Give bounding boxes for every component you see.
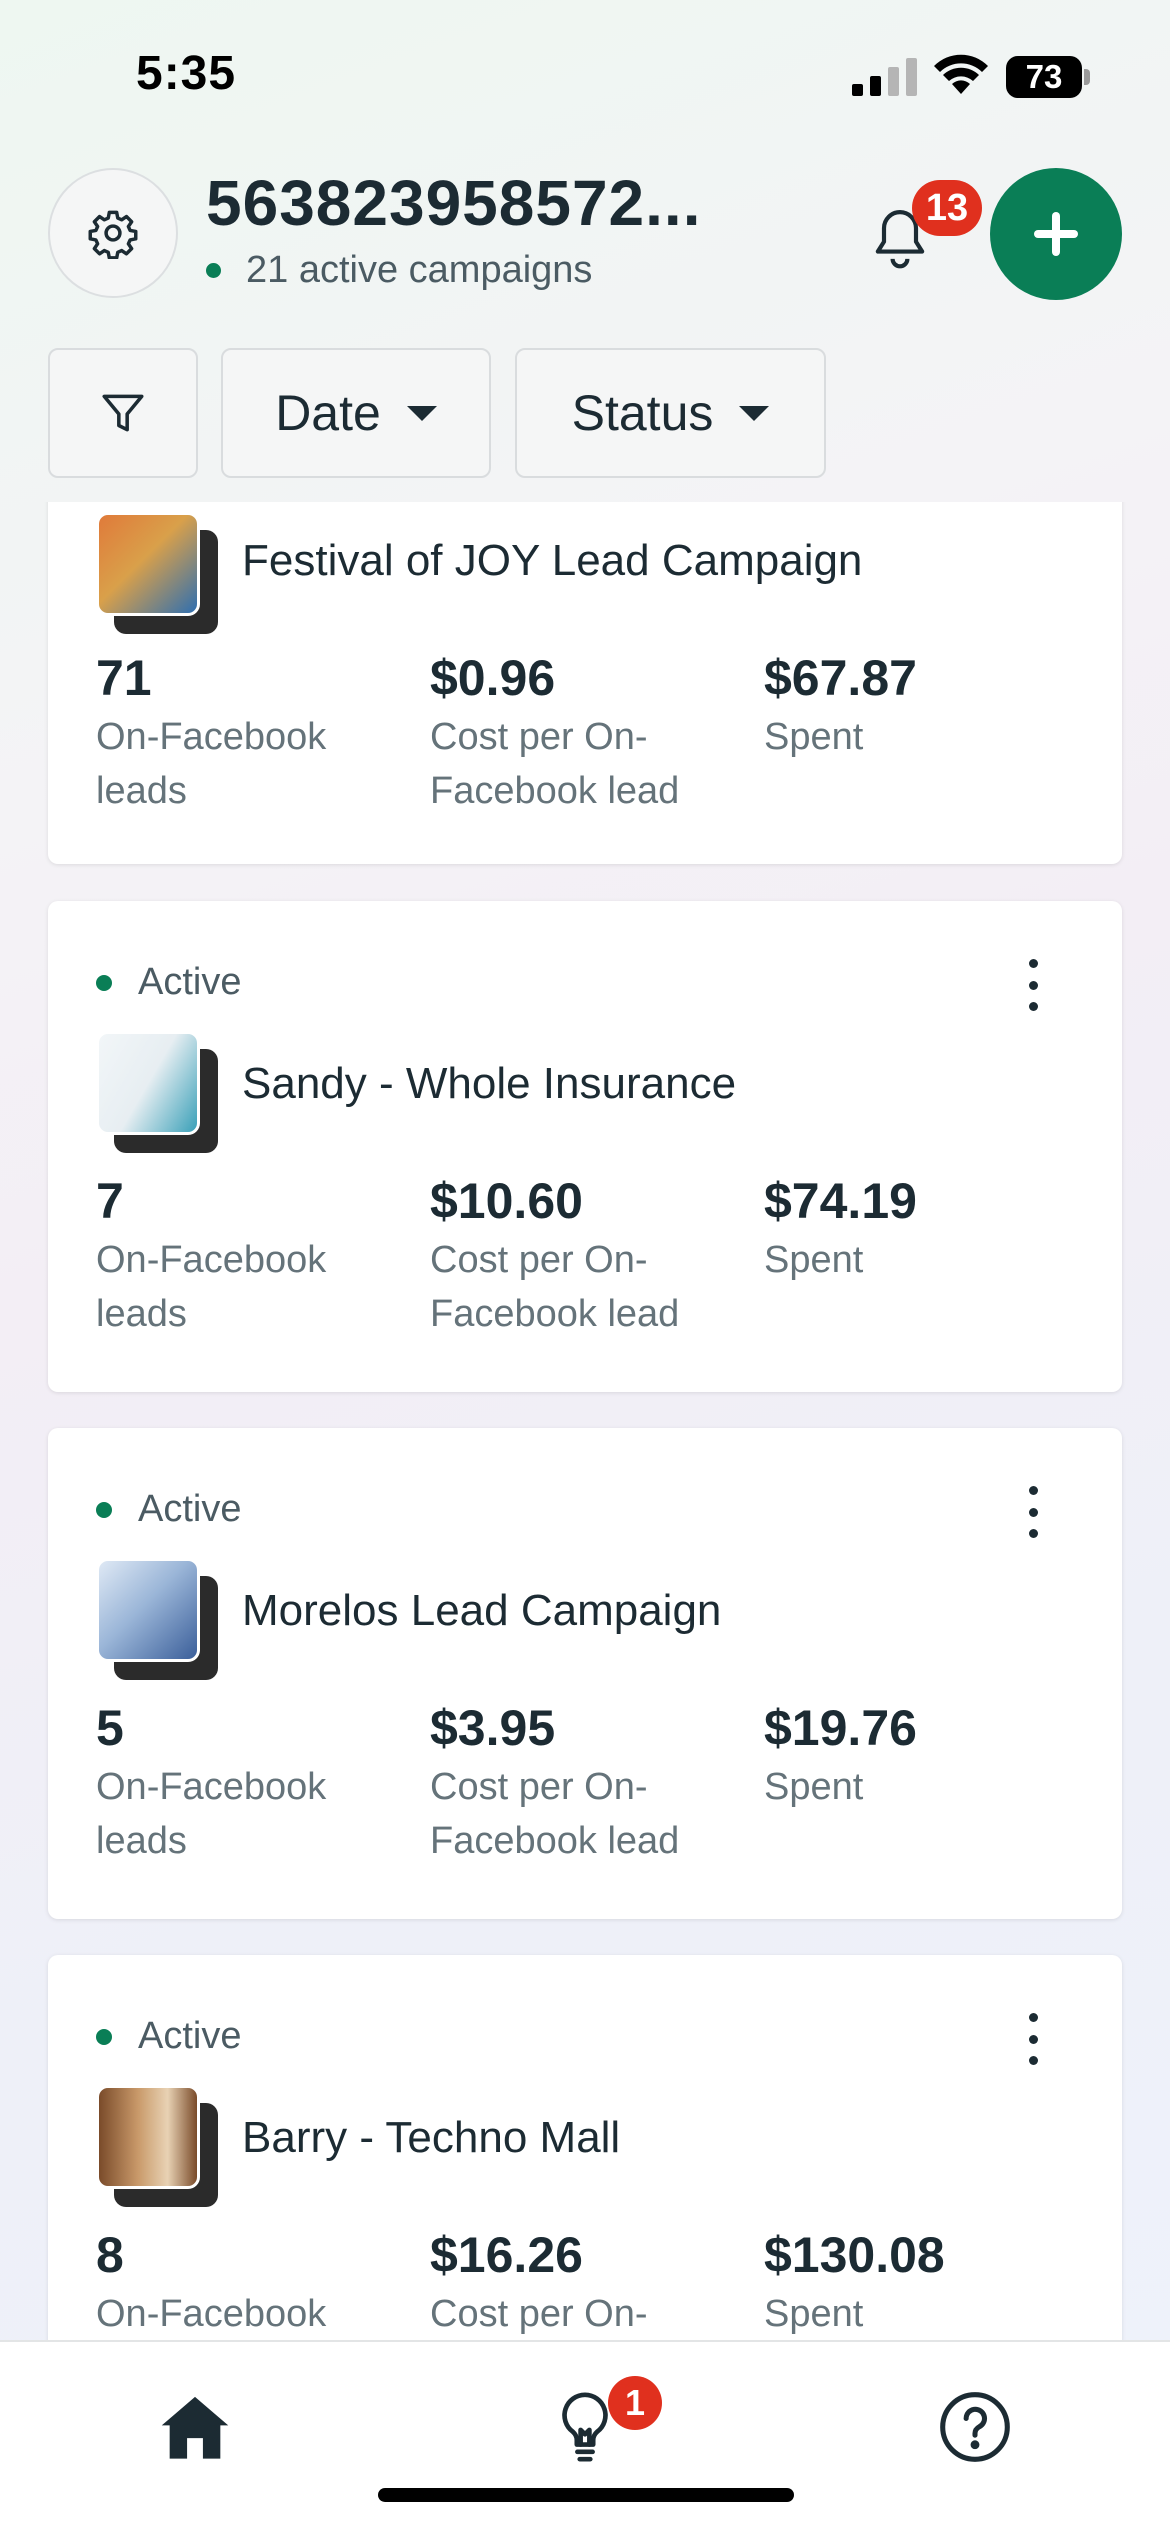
cost-value: $10.60 (430, 1173, 583, 1229)
date-filter-label: Date (275, 385, 381, 441)
campaign-name[interactable]: Morelos Lead Campaign (242, 1586, 721, 1636)
leads-metric: 5 On-Facebook leads (96, 1698, 416, 1868)
campaign-card[interactable]: Active Morelos Lead Campaign 5 On-Facebo… (48, 1428, 1122, 1919)
campaign-thumbnail[interactable] (96, 512, 218, 634)
filter-icon (102, 394, 144, 432)
more-options-icon (1028, 2013, 1038, 2022)
cost-value: $0.96 (430, 650, 556, 706)
leads-label: On-Facebook leads (96, 1239, 327, 1335)
status-text: Active (138, 2015, 242, 2057)
spent-value: $130.08 (764, 2227, 945, 2283)
campaign-list[interactable]: Festival of JOY Lead Campaign 71 On-Face… (0, 502, 1170, 2340)
leads-metric: 71 On-Facebook leads (96, 648, 416, 818)
ad-image (96, 2085, 200, 2189)
nav-help-button[interactable] (930, 2382, 1020, 2472)
status-bar: 5:35 73 (0, 0, 1170, 150)
campaign-name[interactable]: Festival of JOY Lead Campaign (242, 536, 862, 586)
cost-label: Cost per On-Facebook lead (430, 1766, 680, 1862)
wifi-icon (934, 54, 988, 94)
status-filter-label: Status (571, 385, 714, 441)
date-filter-dropdown[interactable]: Date (221, 348, 491, 478)
leads-value: 71 (96, 650, 152, 706)
spent-metric: $19.76 Spent (764, 1698, 1084, 1814)
campaign-thumbnail[interactable] (96, 1558, 218, 1680)
home-icon (161, 2396, 229, 2459)
leads-metric: 8 On-Facebook leads (96, 2225, 416, 2340)
campaign-name[interactable]: Barry - Techno Mall (242, 2113, 620, 2163)
campaign-status: Active (96, 2015, 241, 2058)
signal-icon (852, 58, 917, 96)
status-text: Active (138, 1488, 242, 1530)
spent-value: $19.76 (764, 1700, 917, 1756)
help-icon (940, 2392, 1010, 2462)
settings-button[interactable] (48, 168, 178, 298)
spent-metric: $67.87 Spent (764, 648, 1084, 764)
more-options-button[interactable] (1008, 1482, 1058, 1542)
bottom-navigation: 1 (0, 2340, 1170, 2532)
spent-label: Spent (764, 1239, 864, 1281)
battery-level: 73 (1025, 58, 1063, 95)
leads-label: On-Facebook leads (96, 2293, 327, 2335)
cost-label: Cost per On-Facebook lead (430, 1239, 680, 1335)
cost-metric: $3.95 Cost per On-Facebook lead (430, 1698, 750, 1868)
spent-value: $67.87 (764, 650, 917, 706)
spent-label: Spent (764, 716, 864, 758)
nav-home-button[interactable] (150, 2382, 240, 2472)
campaign-thumbnail[interactable] (96, 1031, 218, 1153)
cost-metric: $0.96 Cost per On-Facebook lead (430, 648, 750, 818)
battery-icon: 73 (1006, 56, 1090, 98)
status-dot (96, 1501, 112, 1518)
leads-label: On-Facebook leads (96, 716, 327, 812)
notification-badge: 13 (912, 180, 982, 236)
campaign-status: Active (96, 1488, 241, 1531)
more-options-icon (1028, 959, 1038, 968)
campaign-card[interactable]: Active Barry - Techno Mall 8 On-Facebook… (48, 1955, 1122, 2340)
active-status-dot (206, 263, 221, 278)
cost-label: Cost per On-Facebook lead (430, 716, 680, 812)
status-text: Active (138, 961, 242, 1003)
status-time: 5:35 (136, 47, 237, 100)
leads-value: 8 (96, 2227, 124, 2283)
filter-button[interactable] (48, 348, 198, 478)
cost-value: $16.26 (430, 2227, 583, 2283)
more-options-button[interactable] (1008, 2009, 1058, 2069)
campaign-card[interactable]: Active Sandy - Whole Insurance 7 On-Face… (48, 901, 1122, 1392)
tips-badge: 1 (608, 2376, 662, 2430)
plus-icon (1034, 212, 1078, 256)
leads-label: On-Facebook leads (96, 1766, 327, 1862)
leads-metric: 7 On-Facebook leads (96, 1171, 416, 1341)
campaign-status: Active (96, 961, 241, 1004)
spent-metric: $130.08 Spent (764, 2225, 1084, 2340)
caret-down-icon (406, 405, 437, 421)
spent-label: Spent (764, 2293, 864, 2335)
campaign-name[interactable]: Sandy - Whole Insurance (242, 1059, 736, 1109)
spent-label: Spent (764, 1766, 864, 1808)
leads-value: 7 (96, 1173, 124, 1229)
caret-down-icon (739, 405, 770, 421)
status-dot (96, 2028, 112, 2045)
more-options-icon (1028, 1486, 1038, 1495)
home-indicator[interactable] (378, 2488, 794, 2502)
cost-metric: $16.26 Cost per On-Facebook lead (430, 2225, 750, 2340)
create-button[interactable] (990, 168, 1122, 300)
spent-metric: $74.19 Spent (764, 1171, 1084, 1287)
campaign-card[interactable]: Festival of JOY Lead Campaign 71 On-Face… (48, 502, 1122, 864)
cost-value: $3.95 (430, 1700, 556, 1756)
ad-image (96, 1558, 200, 1662)
status-dot (96, 974, 112, 991)
active-campaigns-count: 21 active campaigns (246, 249, 593, 291)
status-filter-dropdown[interactable]: Status (515, 348, 826, 478)
ad-image (96, 1031, 200, 1135)
cost-label: Cost per On-Facebook lead (430, 2293, 648, 2335)
spent-value: $74.19 (764, 1173, 917, 1229)
lightbulb-icon (562, 2392, 608, 2462)
ad-image (96, 512, 200, 616)
account-name[interactable]: 563823958572... (206, 166, 806, 240)
gear-icon (88, 210, 138, 259)
campaign-thumbnail[interactable] (96, 2085, 218, 2207)
cost-metric: $10.60 Cost per On-Facebook lead (430, 1171, 750, 1341)
leads-value: 5 (96, 1700, 124, 1756)
more-options-button[interactable] (1008, 955, 1058, 1015)
